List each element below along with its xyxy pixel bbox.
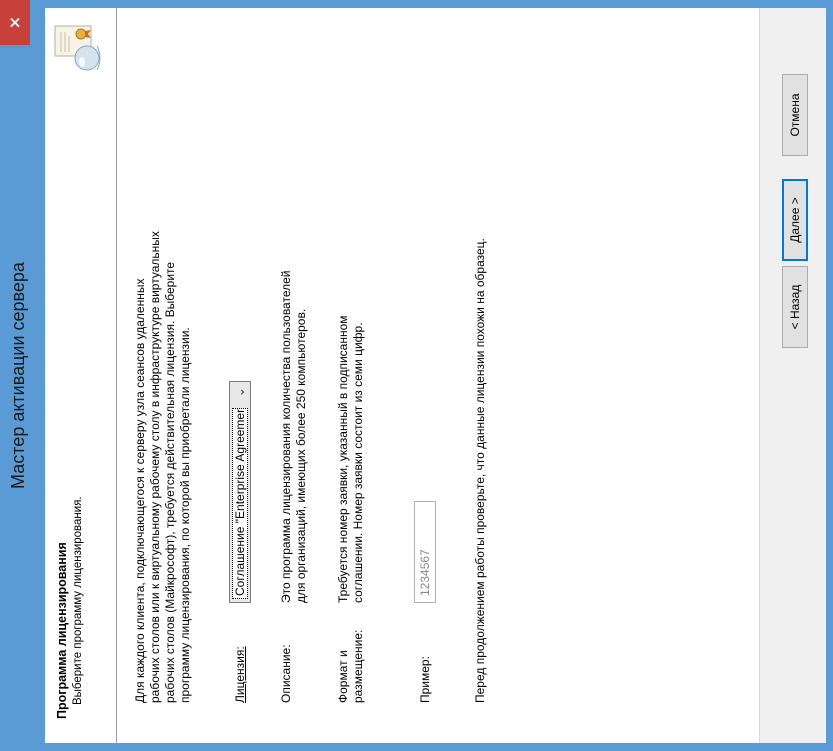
license-label: Лицензия:: [233, 646, 247, 703]
next-button[interactable]: Далее >: [782, 179, 808, 261]
cancel-button[interactable]: Отмена: [782, 74, 808, 156]
license-selected-value: Соглашение "Enterprise Agreement": [232, 408, 248, 599]
intro-line: рабочих столов или к виртуальному рабоче…: [148, 231, 162, 703]
intro-text: Для каждого клиента, подключающегося к с…: [133, 143, 193, 703]
format-text: Требуется номер заявки, указанный в подп…: [336, 143, 366, 603]
intro-line: программу лицензирования, по которой вы …: [178, 327, 192, 703]
page-title: Программа лицензирования: [55, 542, 69, 719]
format-label: Формат и размещение:: [336, 613, 366, 703]
sample-label: Пример:: [418, 656, 432, 703]
verification-note: Перед продолжением работы проверьте, что…: [473, 238, 487, 703]
format-label-line: размещение:: [351, 629, 365, 703]
description-text: Это программа лицензирования количества …: [279, 143, 309, 603]
window-title: Мастер активации сервера: [8, 262, 28, 489]
wizard-content: Для каждого клиента, подключающегося к с…: [117, 8, 759, 743]
back-button[interactable]: < Назад: [782, 266, 808, 348]
description-label: Описание:: [279, 644, 293, 703]
close-button[interactable]: ×: [0, 0, 30, 45]
wizard-footer: < Назад Далее > Отмена: [759, 8, 826, 743]
wizard-client-area: Программа лицензирования Выберите програ…: [45, 8, 826, 743]
format-line: соглашении. Номер заявки состоит из семи…: [351, 322, 365, 603]
wizard-header: Программа лицензирования Выберите програ…: [45, 8, 117, 743]
server-activation-wizard: Мастер активации сервера × Программа лиц…: [0, 0, 833, 751]
format-line: Требуется номер заявки, указанный в подп…: [336, 315, 350, 603]
description-line: для организаций, имеющих более 250 компь…: [294, 308, 308, 603]
license-select[interactable]: Соглашение "Enterprise Agreement" ⌄: [229, 381, 251, 603]
description-line: Это программа лицензирования количества …: [279, 270, 293, 603]
intro-line: Для каждого клиента, подключающегося к с…: [133, 278, 147, 703]
chevron-down-icon[interactable]: ⌄: [231, 387, 249, 397]
title-bar[interactable]: Мастер активации сервера ×: [0, 0, 45, 751]
page-subtitle: Выберите программу лицензирования.: [72, 496, 84, 705]
intro-line: рабочих столов (Майкрософт), требуется д…: [163, 261, 177, 703]
sample-field: 1234567: [414, 501, 436, 603]
format-label-line: Формат и: [336, 650, 350, 703]
certificate-icon: [54, 25, 101, 71]
